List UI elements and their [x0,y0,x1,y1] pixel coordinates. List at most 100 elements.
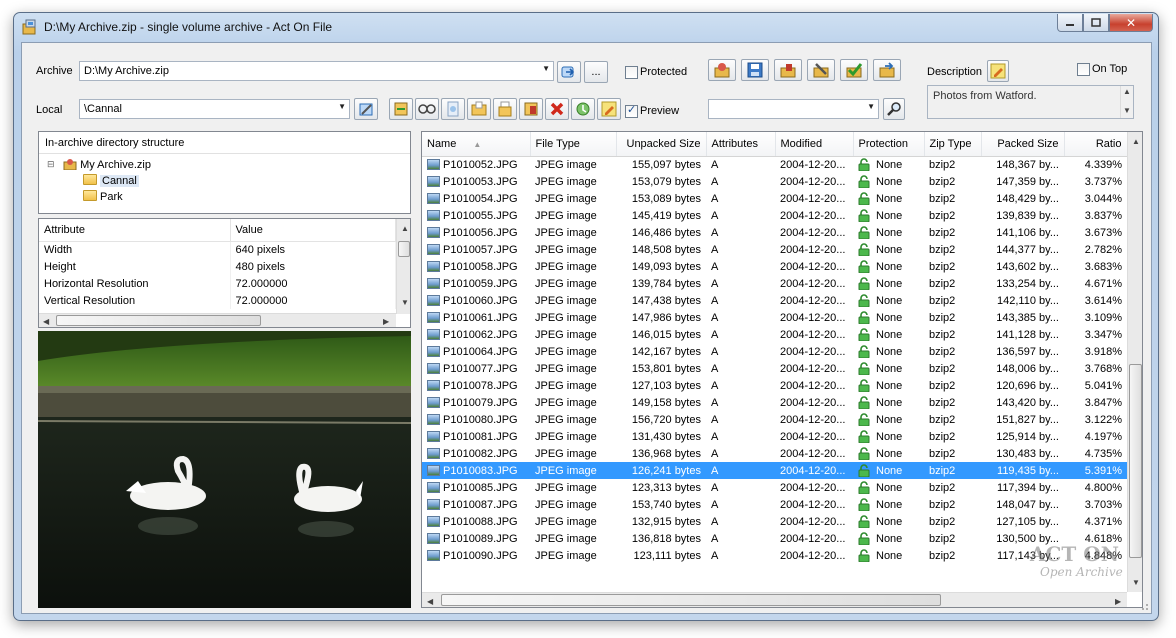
scroll-down-icon[interactable]: ▼ [401,298,409,307]
col-header-name[interactable]: Name ▲ [422,132,531,157]
col-header-file-type[interactable]: File Type [530,132,617,157]
tree-root[interactable]: My Archive.zip [63,158,151,171]
file-list-hscroll[interactable]: ◀ ▶ [422,592,1127,607]
tree-item-cannal[interactable]: Cannal [83,174,139,187]
file-row[interactable]: P1010082.JPG JPEG image 136,968 bytes A 2004… [422,445,1127,462]
add-files-button[interactable] [389,98,413,120]
scroll-thumb[interactable] [56,315,261,326]
col-header-attributes[interactable]: Attributes [706,132,776,157]
attributes-vscroll[interactable]: ▲ ▼ [396,219,410,314]
collapse-toggle-icon[interactable]: ⊟ [47,159,55,170]
scroll-down-icon[interactable]: ▼ [1132,578,1140,587]
scroll-left-icon[interactable]: ◀ [43,317,49,326]
col-header-protection[interactable]: Protection [853,132,925,157]
file-row[interactable]: P1010053.JPG JPEG image 153,079 bytes A 2004… [422,173,1127,190]
file-row[interactable]: P1010077.JPG JPEG image 153,801 bytes A 2004… [422,360,1127,377]
copy-files-button[interactable] [493,98,517,120]
archive-tools-button[interactable] [807,59,835,81]
file-row[interactable]: P1010059.JPG JPEG image 139,784 bytes A 2004… [422,275,1127,292]
col-header-modified[interactable]: Modified [775,132,854,157]
extract-files-button[interactable] [467,98,491,120]
file-row[interactable]: P1010088.JPG JPEG image 132,915 bytes A 2004… [422,513,1127,530]
search-button[interactable] [883,98,905,120]
scroll-right-icon[interactable]: ▶ [1115,597,1121,606]
protect-archive-button[interactable] [774,59,802,81]
modified-cell: 2004-12-20... [775,343,853,360]
file-row[interactable]: P1010079.JPG JPEG image 149,158 bytes A 2004… [422,394,1127,411]
col-header-unpacked-size[interactable]: Unpacked Size [616,132,707,157]
delete-button[interactable] [545,98,569,120]
chevron-down-icon[interactable]: ▼ [542,64,550,73]
extract-archive-button[interactable] [873,59,901,81]
scroll-thumb[interactable] [441,594,941,606]
file-row[interactable]: P1010089.JPG JPEG image 136,818 bytes A 2004… [422,530,1127,547]
cell-text: 127,105 by... [996,515,1059,528]
file-row[interactable]: P1010090.JPG JPEG image 123,111 bytes A 2004… [422,547,1127,564]
file-row[interactable]: P1010052.JPG JPEG image 155,097 bytes A 2004… [422,156,1127,173]
preview-checkbox[interactable] [625,103,638,118]
attributes-hscroll[interactable]: ◀ ▶ [39,313,396,327]
properties-button[interactable] [441,98,465,120]
description-text[interactable]: Photos from Watford. [927,85,1134,119]
search-combo[interactable]: ▼ [708,99,879,119]
close-button[interactable]: ✕ [1109,14,1153,32]
local-path-combo[interactable]: \Cannal ▼ [79,99,350,119]
scroll-up-icon[interactable]: ▲ [401,224,409,233]
maximize-button[interactable] [1083,14,1109,32]
edit-description-button[interactable] [987,60,1009,82]
file-row[interactable]: P1010087.JPG JPEG image 153,740 bytes A 2004… [422,496,1127,513]
scroll-thumb[interactable] [398,241,410,257]
scroll-up-icon[interactable]: ▲ [1132,137,1140,146]
scroll-up-icon[interactable]: ▲ [1123,87,1131,96]
ratio-cell: 3.347% [1064,326,1127,343]
attr-col-value[interactable]: Value [230,219,396,242]
scroll-right-icon[interactable]: ▶ [383,317,389,326]
tree-item-park[interactable]: Park [83,190,123,203]
chevron-down-icon[interactable]: ▼ [338,102,346,111]
file-row[interactable]: P1010085.JPG JPEG image 123,313 bytes A 2004… [422,479,1127,496]
file-row[interactable]: P1010064.JPG JPEG image 142,167 bytes A 2004… [422,343,1127,360]
file-row[interactable]: P1010057.JPG JPEG image 148,508 bytes A 2004… [422,241,1127,258]
view-file-button[interactable] [415,98,439,120]
file-row[interactable]: P1010061.JPG JPEG image 147,986 bytes A 2004… [422,309,1127,326]
edit-pencil-icon [601,101,617,117]
on-top-checkbox[interactable] [1077,63,1090,76]
file-row[interactable]: P1010054.JPG JPEG image 153,089 bytes A 2004… [422,190,1127,207]
edit-button[interactable] [597,98,621,120]
file-row[interactable]: P1010083.JPG JPEG image 126,241 bytes A 2004… [422,462,1127,479]
col-header-ratio[interactable]: Ratio [1064,132,1128,157]
file-list-vscroll[interactable]: ▲ ▼ [1127,132,1142,592]
save-archive-button[interactable] [741,59,769,81]
minimize-button[interactable] [1057,14,1083,32]
file-row[interactable]: P1010055.JPG JPEG image 145,419 bytes A 2004… [422,207,1127,224]
resize-grip-icon[interactable] [1139,601,1149,611]
go-archive-button[interactable] [557,61,581,83]
open-archive-button[interactable] [708,59,736,81]
scroll-left-icon[interactable]: ◀ [427,597,433,606]
description-scrollbar[interactable]: ▲ ▼ [1120,86,1133,118]
attr-col-attribute[interactable]: Attribute [39,219,231,242]
col-header-packed-size[interactable]: Packed Size [981,132,1065,157]
rename-button[interactable] [519,98,543,120]
protected-checkbox[interactable] [625,66,638,79]
file-row[interactable]: P1010062.JPG JPEG image 146,015 bytes A 2004… [422,326,1127,343]
lock-icon [858,515,870,528]
scroll-thumb[interactable] [1129,364,1142,558]
file-row[interactable]: P1010058.JPG JPEG image 149,093 bytes A 2004… [422,258,1127,275]
file-row[interactable]: P1010078.JPG JPEG image 127,103 bytes A 2004… [422,377,1127,394]
file-row[interactable]: P1010081.JPG JPEG image 131,430 bytes A 2004… [422,428,1127,445]
refresh-button[interactable] [571,98,595,120]
image-file-icon [427,226,440,238]
file-row[interactable]: P1010060.JPG JPEG image 147,438 bytes A 2004… [422,292,1127,309]
local-settings-button[interactable] [354,98,378,120]
cell-text: 3.847% [1084,396,1122,409]
scroll-down-icon[interactable]: ▼ [1123,106,1131,115]
file-row[interactable]: P1010080.JPG JPEG image 156,720 bytes A 2004… [422,411,1127,428]
test-archive-button[interactable] [840,59,868,81]
chevron-down-icon[interactable]: ▼ [867,102,875,111]
col-header-zip-type[interactable]: Zip Type [924,132,982,157]
file-row[interactable]: P1010056.JPG JPEG image 146,486 bytes A 2004… [422,224,1127,241]
browse-archive-button[interactable]: ... [584,61,608,83]
protection-cell: None [853,496,924,513]
archive-path-combo[interactable]: D:\My Archive.zip ▼ [79,61,554,81]
